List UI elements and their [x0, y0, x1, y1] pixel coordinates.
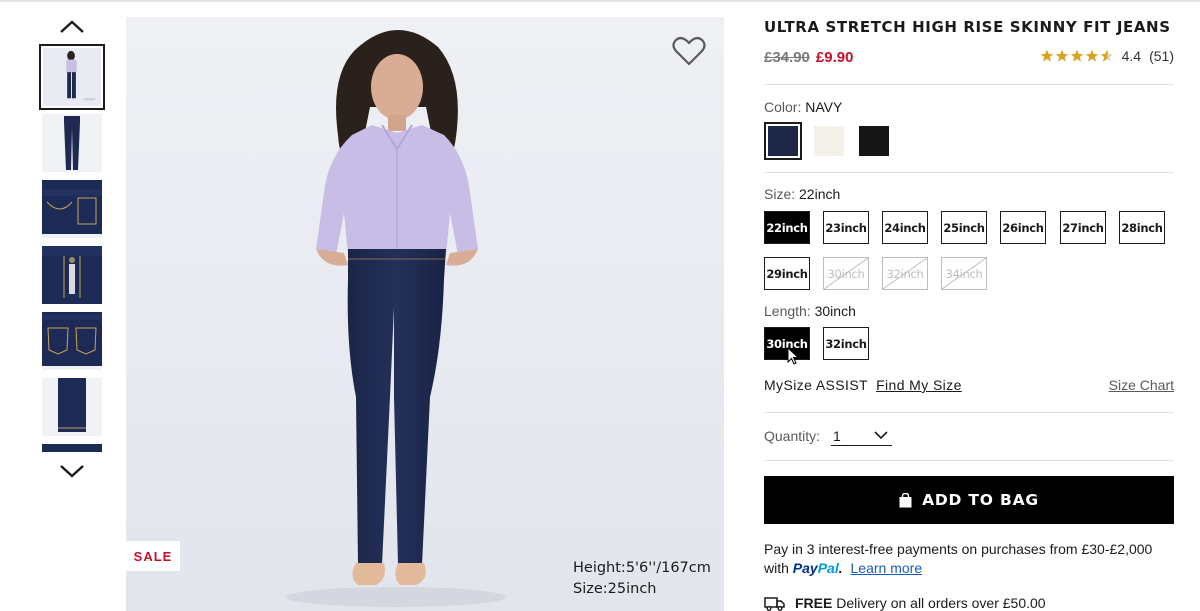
review-count[interactable]: (51) [1149, 48, 1174, 64]
size-option-34inch-unavailable[interactable]: 34inch [941, 257, 987, 290]
mysize-label: MySize ASSIST [764, 377, 868, 393]
thumbnail-hem-detail[interactable] [42, 378, 102, 436]
size-option-22inch[interactable]: 22inch [764, 211, 810, 244]
paypal-logo: PayPal. [792, 560, 843, 576]
original-price: £34.90 [764, 49, 810, 66]
size-option-label: 34inch [945, 266, 983, 281]
selected-color: NAVY [805, 99, 843, 115]
star-icon [1055, 49, 1068, 62]
size-label-row: Size: 22inch [764, 186, 840, 202]
model-info: Height:5'6''/167cm Size:25inch [573, 558, 711, 600]
rating-value: 4.4 [1121, 48, 1142, 64]
quantity-label: Quantity: [764, 428, 821, 444]
free-label: FREE [795, 595, 833, 611]
divider [764, 412, 1174, 413]
size-option-27inch[interactable]: 27inch [1060, 211, 1106, 244]
shopping-bag-icon [899, 492, 912, 507]
thumbnail-partial[interactable] [42, 444, 102, 452]
size-option-label: 32inch [886, 266, 924, 281]
add-to-bag-button[interactable]: ADD TO BAG [764, 476, 1174, 524]
swatch-chip [859, 126, 889, 156]
add-to-bag-label: ADD TO BAG [922, 491, 1039, 509]
product-rating[interactable]: 4.4 (51) [1040, 48, 1174, 64]
chevron-down-icon[interactable] [56, 460, 88, 482]
star-icon [1040, 49, 1053, 62]
length-option-32inch[interactable]: 32inch [823, 327, 869, 360]
price-row: £34.90 £9.90 [764, 49, 853, 66]
top-divider [0, 0, 1200, 2]
sale-badge: SALE [126, 541, 180, 571]
star-icon [1070, 49, 1083, 62]
product-title: ULTRA STRETCH HIGH RISE SKINNY FIT JEANS [764, 18, 1171, 36]
main-product-image: SALE Height:5'6''/167cm Size:25inch [126, 17, 724, 611]
length-label-row: Length: 30inch [764, 303, 856, 319]
thumbnail-back-pockets-detail[interactable] [42, 312, 102, 370]
star-icon [1085, 49, 1098, 62]
find-my-size-link[interactable]: Find My Size [876, 377, 962, 393]
length-label: Length: [764, 303, 811, 319]
model-photo [126, 17, 724, 611]
selected-length: 30inch [814, 303, 856, 319]
quantity-value: 1 [833, 427, 841, 444]
mysize-assist: MySize ASSIST Find My Size [764, 377, 962, 393]
divider [764, 172, 1174, 173]
delivery-truck-icon [764, 596, 785, 611]
sale-price: £9.90 [815, 49, 854, 66]
selected-size: 22inch [799, 186, 841, 202]
paypal-pal: Pal [817, 560, 839, 576]
size-option-32inch-unavailable[interactable]: 32inch [882, 257, 928, 290]
color-label-row: Color: NAVY [764, 99, 842, 115]
heart-icon[interactable] [672, 35, 706, 67]
delivery-text: Delivery on all orders over £50.00 [836, 595, 1046, 611]
color-label: Color: [764, 99, 802, 115]
size-option-24inch[interactable]: 24inch [882, 211, 928, 244]
model-size: Size:25inch [573, 581, 657, 597]
swatch-chip [768, 126, 798, 156]
color-swatch-black[interactable] [855, 122, 893, 160]
thumbnail-waistband-detail[interactable] [42, 180, 102, 238]
color-swatch-navy[interactable] [764, 122, 802, 160]
star-half-icon [1100, 49, 1113, 62]
free-delivery-notice: FREE Delivery on all orders over £50.00 [764, 595, 1046, 611]
swatch-chip [814, 126, 844, 156]
model-height: Height:5'6''/167cm [573, 560, 711, 576]
size-option-23inch[interactable]: 23inch [823, 211, 869, 244]
size-option-26inch[interactable]: 26inch [1000, 211, 1046, 244]
learn-more-link[interactable]: Learn more [851, 560, 923, 576]
size-option-28inch[interactable]: 28inch [1119, 211, 1165, 244]
size-chart-link[interactable]: Size Chart [1109, 377, 1174, 393]
size-option-30inch-unavailable[interactable]: 30inch [823, 257, 869, 290]
quantity-select[interactable]: 1 [831, 426, 892, 446]
length-option-30inch[interactable]: 30inch [764, 327, 810, 365]
thumbnail-jeans-front[interactable] [42, 114, 102, 172]
chevron-up-icon[interactable] [56, 16, 88, 38]
size-option-25inch[interactable]: 25inch [941, 211, 987, 244]
color-swatch-off-white[interactable] [810, 122, 848, 160]
size-option-29inch[interactable]: 29inch [764, 257, 810, 290]
chevron-down-icon [874, 431, 888, 440]
thumbnail-rail [36, 10, 108, 480]
length-option-label: 30inch [766, 336, 808, 351]
paypal-installments: Pay in 3 interest-free payments on purch… [764, 540, 1174, 578]
thumbnail-zip-fly-detail[interactable] [42, 246, 102, 304]
thumbnail-model-full-body[interactable] [39, 44, 105, 110]
divider [764, 460, 1174, 461]
size-label: Size: [764, 186, 796, 202]
size-option-label: 30inch [827, 266, 865, 281]
paypal-pay: Pay [792, 560, 818, 576]
rating-stars [1040, 49, 1114, 63]
divider [764, 84, 1174, 85]
